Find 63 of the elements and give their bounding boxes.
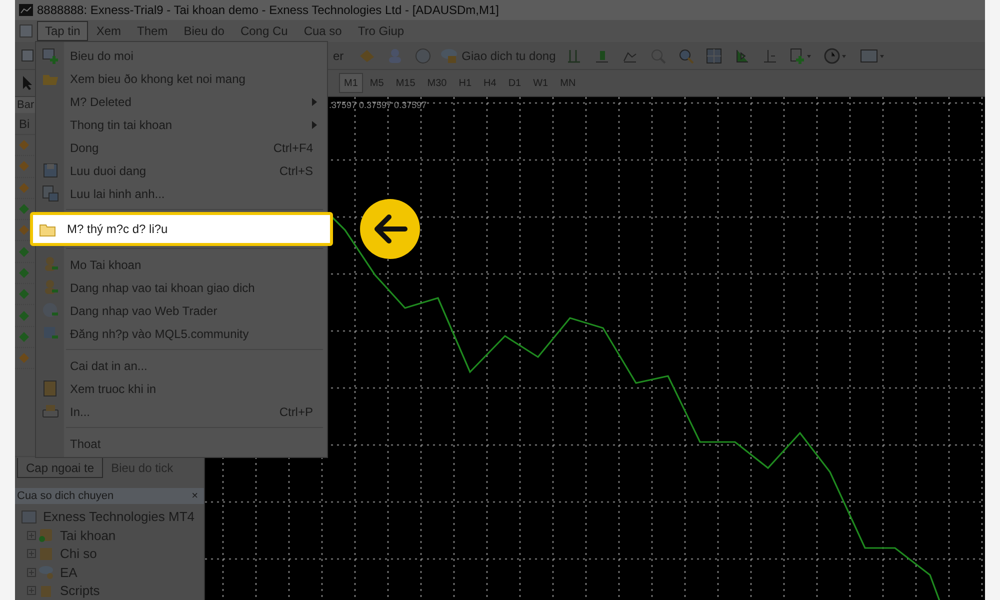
menu-label: Ðăng nh?p vào MQL5.community [70, 326, 250, 342]
menu-entry[interactable]: Bieu do moi [36, 44, 327, 67]
autoscroll-icon[interactable] [762, 48, 778, 64]
menu-label: In... [70, 404, 92, 420]
panel-title: Cua so dich chuyen [17, 488, 114, 504]
menu-label: Dang nhap vao tai khoan giao dich [70, 280, 256, 296]
expand-icon[interactable] [27, 549, 36, 558]
menu-entry[interactable]: Cai dat in an... [36, 354, 327, 377]
menu-entry[interactable]: Mo Tai khoan [36, 253, 327, 276]
menu-entry[interactable]: M? thý m?c d? li?u [30, 212, 333, 246]
menu-label: M? thý m?c d? li?u [67, 221, 169, 238]
app-logo-icon [19, 4, 33, 16]
menu-label: Dong [70, 140, 100, 156]
menu-label: Luu duoi dang [70, 162, 148, 180]
tile-windows-icon[interactable] [706, 48, 722, 64]
menu-entry[interactable]: Ðăng nh?p vào MQL5.community [36, 322, 327, 345]
menu-entry[interactable]: Xem bieu ðo khong ket noi mang [36, 67, 327, 90]
menu-entry[interactable]: In... Ctrl+P [36, 400, 327, 423]
expand-icon[interactable] [27, 530, 36, 540]
folder-item-icon [38, 546, 54, 562]
folder-item-icon [38, 564, 54, 580]
timeframe-button[interactable]: M1 [339, 73, 363, 93]
print-preview-icon [42, 380, 58, 397]
shortcut-text: Ctrl+F4 [273, 140, 313, 156]
chart-shift-icon[interactable] [734, 48, 750, 64]
document-icon [19, 24, 33, 38]
shortcut-text: Ctrl+P [279, 404, 313, 420]
menu-label: Mo Tai khoan [70, 256, 142, 274]
menu-entry[interactable]: Xem truoc khi in [36, 377, 327, 400]
menu-label: Thoat [70, 436, 102, 452]
printer-icon [42, 403, 58, 420]
menu-entry[interactable]: Dang nhap vao tai khoan giao dich [36, 276, 327, 299]
close-button[interactable]: × [188, 490, 202, 502]
menu-label: Thong tin tai khoan [70, 116, 174, 134]
menu-entry[interactable]: Luu lai hinh anh... [36, 182, 327, 205]
menu-item[interactable]: Tap tin [37, 21, 88, 41]
expand-icon[interactable] [27, 568, 36, 577]
robot-icon [440, 48, 458, 64]
clock-icon[interactable] [824, 48, 848, 64]
menu-label: Xem bieu ðo khong ket noi mang [70, 70, 246, 88]
image-icon [42, 185, 58, 202]
menu-entry[interactable]: Dong Ctrl+F4 [36, 136, 327, 159]
menu-entry[interactable]: Thoat [36, 432, 327, 455]
terminal-icon [21, 510, 37, 524]
menu-label: Dang nhap vao Web Trader [70, 302, 218, 320]
menu-label: Xem truoc khi in [70, 380, 158, 398]
price-readout: .37597 0.37597 0.37597 [329, 99, 427, 112]
tool-icon[interactable] [358, 48, 376, 64]
folder-item-icon [38, 527, 54, 544]
zoom-out-icon[interactable] [678, 48, 694, 64]
menu-label: Luu lai hinh anh... [70, 186, 166, 202]
template-icon[interactable] [860, 48, 886, 64]
bar-chart-icon[interactable] [566, 48, 582, 64]
menu-entry[interactable]: Dang nhap vao Web Trader [36, 299, 327, 322]
menu-label: Bieu do moi [70, 48, 134, 64]
shortcut-text: Ctrl+S [279, 162, 313, 180]
expand-icon[interactable] [27, 586, 36, 596]
window-title: 8888888: Exness-Trial9 - Tai khoan demo - Exness Technologies Ltd - [ADAUSDm,M1] [37, 2, 499, 19]
add-indicator-icon[interactable] [790, 48, 812, 64]
menu-label: Cai dat in an... [70, 358, 148, 374]
menu-entry[interactable]: Luu duoi dang Ctrl+S [36, 159, 327, 182]
cursor-icon[interactable] [21, 75, 33, 91]
arrow-callout-icon [359, 198, 421, 260]
